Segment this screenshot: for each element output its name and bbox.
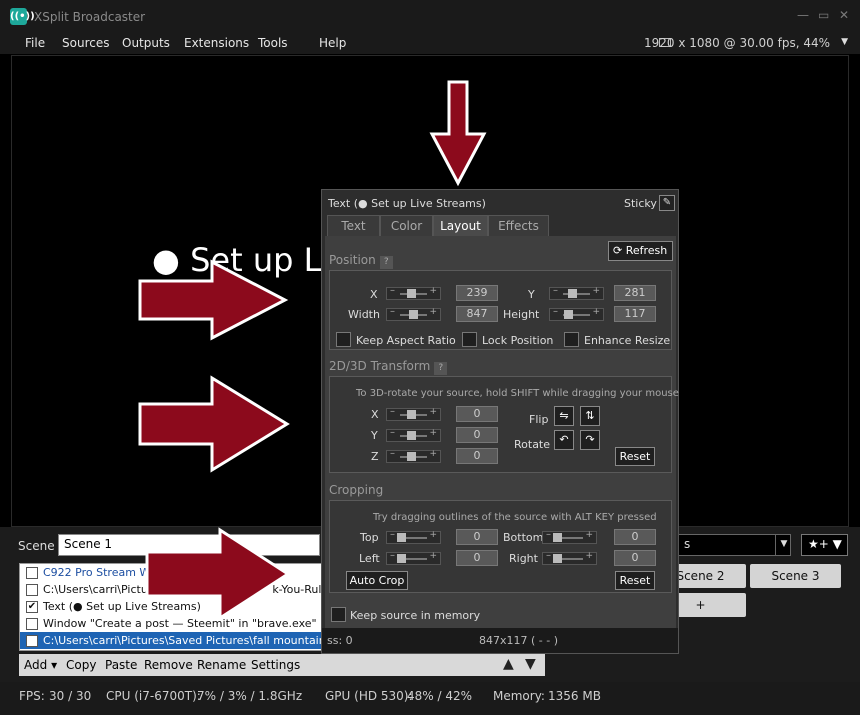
right-arrow-annotation — [138, 259, 289, 341]
right-arrow-annotation — [145, 527, 291, 621]
annotation-arrows — [138, 80, 487, 621]
down-arrow-annotation — [429, 80, 487, 187]
right-arrow-annotation — [138, 375, 290, 473]
